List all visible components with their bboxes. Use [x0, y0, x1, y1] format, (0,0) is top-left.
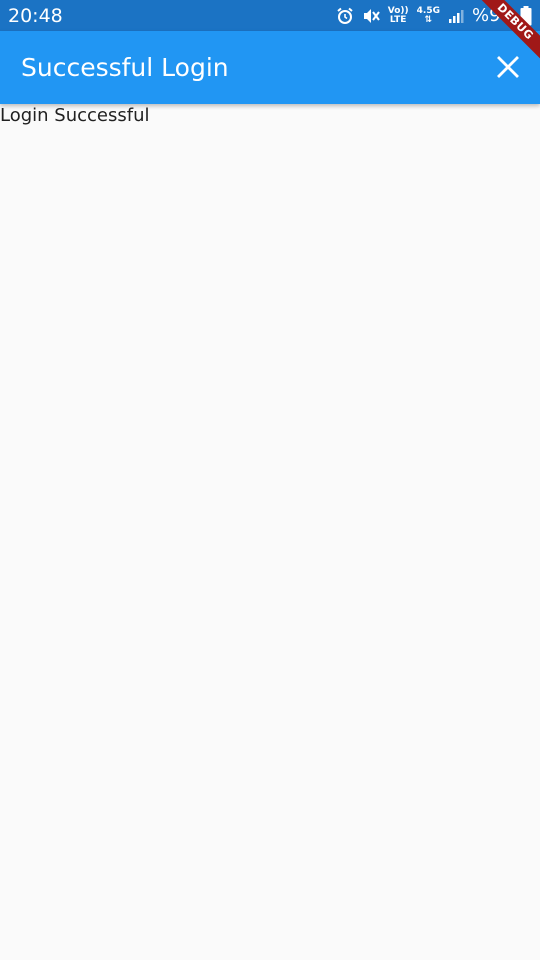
signal-icon: [448, 8, 464, 24]
status-time: 20:48: [8, 5, 63, 27]
battery-percent: %96: [471, 5, 512, 26]
mute-icon: [362, 7, 380, 25]
app-bar: Successful Login: [0, 31, 540, 104]
close-icon: [497, 56, 519, 78]
battery-icon: [520, 6, 532, 26]
status-bar: 20:48 Vo)) LTE 4.5G ⇅ %96: [0, 0, 540, 31]
status-icons: Vo)) LTE 4.5G ⇅ %96: [336, 4, 532, 28]
network-arrows: ⇅: [424, 15, 433, 25]
login-message: Login Successful: [0, 105, 150, 126]
network-icon: 4.5G ⇅: [417, 7, 440, 25]
page-title: Successful Login: [21, 53, 229, 82]
volte-icon: Vo)) LTE: [388, 7, 409, 25]
close-button[interactable]: [488, 47, 528, 87]
alarm-icon: [336, 7, 354, 25]
lte-label: LTE: [389, 15, 407, 25]
